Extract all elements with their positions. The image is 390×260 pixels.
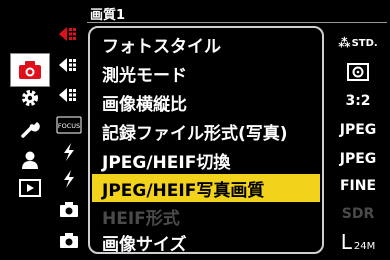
subtab-column: FOCUS xyxy=(52,0,82,260)
value-aspect-ratio: 3:2 xyxy=(345,93,371,109)
value-metering-mode xyxy=(330,58,386,86)
value-image-size-letter: L xyxy=(340,230,352,254)
category-column xyxy=(0,0,50,260)
value-jpeg-heif-quality: FINE xyxy=(339,178,377,194)
value-file-format: JPEG xyxy=(339,122,377,138)
subtab-focus[interactable]: FOCUS xyxy=(56,113,82,137)
menu-item-heif-format[interactable]: HEIF形式 xyxy=(92,202,320,230)
menu-item-jpeg-heif-quality[interactable]: JPEG/HEIF写真画質 xyxy=(92,174,320,202)
subtab-image-quality-3[interactable] xyxy=(56,83,82,107)
menu-item-file-format[interactable]: 記録ファイル形式(写真) xyxy=(92,117,320,145)
category-playback[interactable] xyxy=(12,176,48,200)
title-divider xyxy=(87,22,387,23)
camera-icon xyxy=(19,61,41,79)
subtab-image-quality-2[interactable] xyxy=(56,53,82,77)
image-quality-icon xyxy=(59,58,76,72)
value-jpeg-heif-switch: JPEG xyxy=(339,151,377,167)
image-quality-icon xyxy=(59,27,76,41)
menu-panel: フォトスタイル 測光モード 画像横縦比 記録ファイル形式(写真) JPEG/HE… xyxy=(88,26,324,254)
focus-icon: FOCUS xyxy=(56,116,82,134)
gear-icon xyxy=(22,90,38,106)
person-icon xyxy=(22,151,38,169)
subtab-flash-2[interactable] xyxy=(56,167,82,191)
category-camera[interactable] xyxy=(10,53,50,87)
page-title: 画質1 xyxy=(90,8,126,23)
subtab-camera-1[interactable] xyxy=(56,197,82,221)
menu-item-image-size[interactable]: 画像サイズ xyxy=(92,228,320,253)
metering-icon xyxy=(347,63,369,81)
photo-style-icon: ⁂ xyxy=(338,36,351,50)
camera-small-icon xyxy=(60,202,78,217)
playback-icon xyxy=(19,179,41,197)
subtab-image-quality-1[interactable] xyxy=(56,22,82,46)
value-image-size: L 24M xyxy=(330,228,386,256)
value-heif-format: SDR xyxy=(341,206,375,222)
value-photo-style-text: STD. xyxy=(351,37,378,49)
flash-icon xyxy=(64,170,74,188)
menu-item-photo-style[interactable]: フォトスタイル xyxy=(92,30,320,58)
menu-item-metering-mode[interactable]: 測光モード xyxy=(92,59,320,87)
camera-small-icon xyxy=(60,233,78,248)
category-setup[interactable] xyxy=(12,117,48,141)
focus-icon-text: FOCUS xyxy=(58,122,80,130)
category-mymenu[interactable] xyxy=(12,148,48,172)
subtab-camera-2[interactable] xyxy=(56,228,82,252)
subtab-flash-1[interactable] xyxy=(56,140,82,164)
menu-item-aspect-ratio[interactable]: 画像横縦比 xyxy=(92,88,320,116)
wrench-icon xyxy=(21,122,40,138)
flash-icon xyxy=(64,143,74,161)
value-photo-style: ⁂ STD. xyxy=(330,29,386,57)
menu-item-jpeg-heif-switch[interactable]: JPEG/HEIF切換 xyxy=(92,146,320,174)
category-custom[interactable] xyxy=(12,86,48,110)
value-image-size-suffix: 24M xyxy=(353,241,376,252)
image-quality-icon xyxy=(59,88,76,102)
